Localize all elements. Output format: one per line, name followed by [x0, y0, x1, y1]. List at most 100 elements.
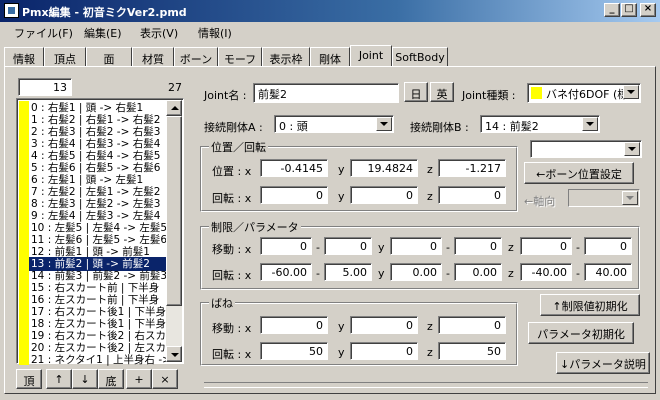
move-z-max-input[interactable]: 0: [584, 237, 632, 255]
axis-combo[interactable]: [568, 189, 640, 207]
marker-icon: [19, 281, 29, 293]
marker-icon: [19, 245, 29, 257]
bone-select-combo[interactable]: [530, 140, 642, 158]
joint-count: 27: [168, 81, 182, 94]
z-axis-label: z: [508, 267, 514, 280]
move-x-min-input[interactable]: 0: [260, 237, 312, 255]
move-z-min-input[interactable]: 0: [520, 237, 572, 255]
parameter-help-button[interactable]: ↓パラメータ説明: [556, 352, 650, 374]
tab-softbody[interactable]: SoftBody: [392, 47, 448, 67]
rotation-y-input[interactable]: 0: [350, 186, 418, 204]
menu-view[interactable]: 表示(V): [140, 25, 178, 41]
tab-joint[interactable]: Joint: [350, 45, 392, 67]
chevron-down-icon[interactable]: [376, 117, 392, 131]
rot-y-min-input[interactable]: 0.00: [390, 263, 442, 281]
marker-icon: [19, 197, 29, 209]
range-separator: -: [316, 267, 320, 280]
tab-info[interactable]: 情報: [4, 47, 44, 67]
joint-type-label: Joint種類 :: [462, 89, 516, 102]
maximize-button[interactable]: □: [621, 3, 637, 17]
joint-type-combo[interactable]: バネ付6DOF (標: [527, 83, 641, 103]
spring-move-label: 移動 : x: [212, 322, 252, 335]
scroll-down-icon[interactable]: [166, 346, 182, 362]
type-marker-icon: [531, 87, 542, 99]
move-top-button[interactable]: 頂: [16, 369, 42, 389]
menu-info[interactable]: 情報(I): [198, 25, 232, 41]
marker-icon: [19, 233, 29, 245]
chevron-down-icon[interactable]: [582, 117, 598, 131]
move-y-max-input[interactable]: 0: [454, 237, 502, 255]
y-axis-label: y: [338, 190, 345, 203]
english-name-button[interactable]: 英: [430, 82, 454, 102]
joint-name-input[interactable]: 前髪2: [253, 83, 399, 103]
reset-parameter-button[interactable]: パラメータ初期化: [528, 322, 634, 344]
rot-z-min-input[interactable]: -40.00: [520, 263, 572, 281]
move-up-button[interactable]: ↑: [46, 369, 72, 389]
spring-rotation-label: 回転 : x: [212, 348, 252, 361]
limit-parameter-title: 制限／パラメータ: [209, 219, 301, 235]
chevron-down-icon[interactable]: [624, 142, 640, 156]
body-a-combo[interactable]: 0 : 頭: [274, 115, 394, 133]
rotation-x-input[interactable]: 0: [260, 186, 328, 204]
close-button[interactable]: ×: [640, 3, 656, 17]
marker-icon: [19, 137, 29, 149]
chevron-down-icon[interactable]: [622, 191, 638, 205]
delete-button[interactable]: ×: [152, 369, 178, 389]
move-bottom-button[interactable]: 底: [98, 369, 124, 389]
marker-icon: [19, 353, 29, 365]
spring-rot-x-input[interactable]: 50: [260, 342, 328, 360]
tab-bone[interactable]: ボーン: [174, 47, 218, 67]
menu-file[interactable]: ファイル(F): [14, 25, 73, 41]
rot-x-min-input[interactable]: -60.00: [260, 263, 312, 281]
reset-limit-button[interactable]: ↑制限値初期化: [540, 294, 640, 316]
spring-rot-y-input[interactable]: 0: [350, 342, 418, 360]
scroll-thumb[interactable]: [166, 116, 182, 306]
spring-move-x-input[interactable]: 0: [260, 316, 328, 334]
position-y-input[interactable]: 19.4824: [350, 159, 418, 177]
marker-icon: [19, 113, 29, 125]
spring-rot-z-input[interactable]: 50: [438, 342, 506, 360]
body-a-label: 接続剛体A :: [204, 121, 263, 134]
marker-icon: [19, 317, 29, 329]
minimize-button[interactable]: _: [604, 3, 620, 17]
joint-list[interactable]: 0 : 右髪1 | 頭 -> 右髪1 1 : 右髪2 | 右髪1 -> 右髪2 …: [16, 98, 184, 367]
tab-vertex[interactable]: 頂点: [44, 47, 86, 67]
chevron-down-icon[interactable]: [623, 85, 639, 99]
y-axis-label: y: [378, 241, 385, 254]
position-z-input[interactable]: -1.217: [438, 159, 506, 177]
move-x-max-input[interactable]: 0: [324, 237, 372, 255]
list-scrollbar[interactable]: [166, 100, 182, 362]
rot-x-max-input[interactable]: 5.00: [324, 263, 372, 281]
marker-icon: [19, 173, 29, 185]
rot-y-max-input[interactable]: 0.00: [454, 263, 502, 281]
horizontal-scrollbar[interactable]: [204, 382, 648, 388]
move-y-min-input[interactable]: 0: [390, 237, 442, 255]
tab-material[interactable]: 材質: [132, 47, 174, 67]
range-separator: -: [316, 241, 320, 254]
marker-icon: [19, 149, 29, 161]
spring-move-y-input[interactable]: 0: [350, 316, 418, 334]
set-bone-position-button[interactable]: ←ボーン位置設定: [524, 162, 634, 184]
japanese-name-button[interactable]: 日: [404, 82, 428, 102]
position-x-input[interactable]: -0.4145: [260, 159, 328, 177]
marker-icon: [19, 125, 29, 137]
tab-face[interactable]: 面: [86, 47, 132, 67]
marker-icon: [19, 209, 29, 221]
menu-edit[interactable]: 編集(E): [84, 25, 122, 41]
list-item[interactable]: 21 : ネクタイ1 | 上半身右 ->: [19, 353, 169, 367]
add-button[interactable]: +: [126, 369, 152, 389]
spring-move-z-input[interactable]: 0: [438, 316, 506, 334]
scroll-up-icon[interactable]: [166, 100, 182, 116]
move-limit-label: 移動 : x: [212, 243, 252, 256]
rotation-limit-label: 回転 : x: [212, 269, 252, 282]
tab-rigid-body[interactable]: 剛体: [310, 47, 350, 67]
rot-z-max-input[interactable]: 40.00: [584, 263, 632, 281]
index-input[interactable]: 13: [18, 78, 72, 96]
body-b-combo[interactable]: 14 : 前髪2: [480, 115, 600, 133]
move-down-button[interactable]: ↓: [72, 369, 98, 389]
rotation-z-input[interactable]: 0: [438, 186, 506, 204]
z-axis-label: z: [427, 190, 433, 203]
marker-icon: [19, 269, 29, 281]
tab-morph[interactable]: モーフ: [218, 47, 262, 67]
tab-display-frame[interactable]: 表示枠: [262, 47, 310, 67]
